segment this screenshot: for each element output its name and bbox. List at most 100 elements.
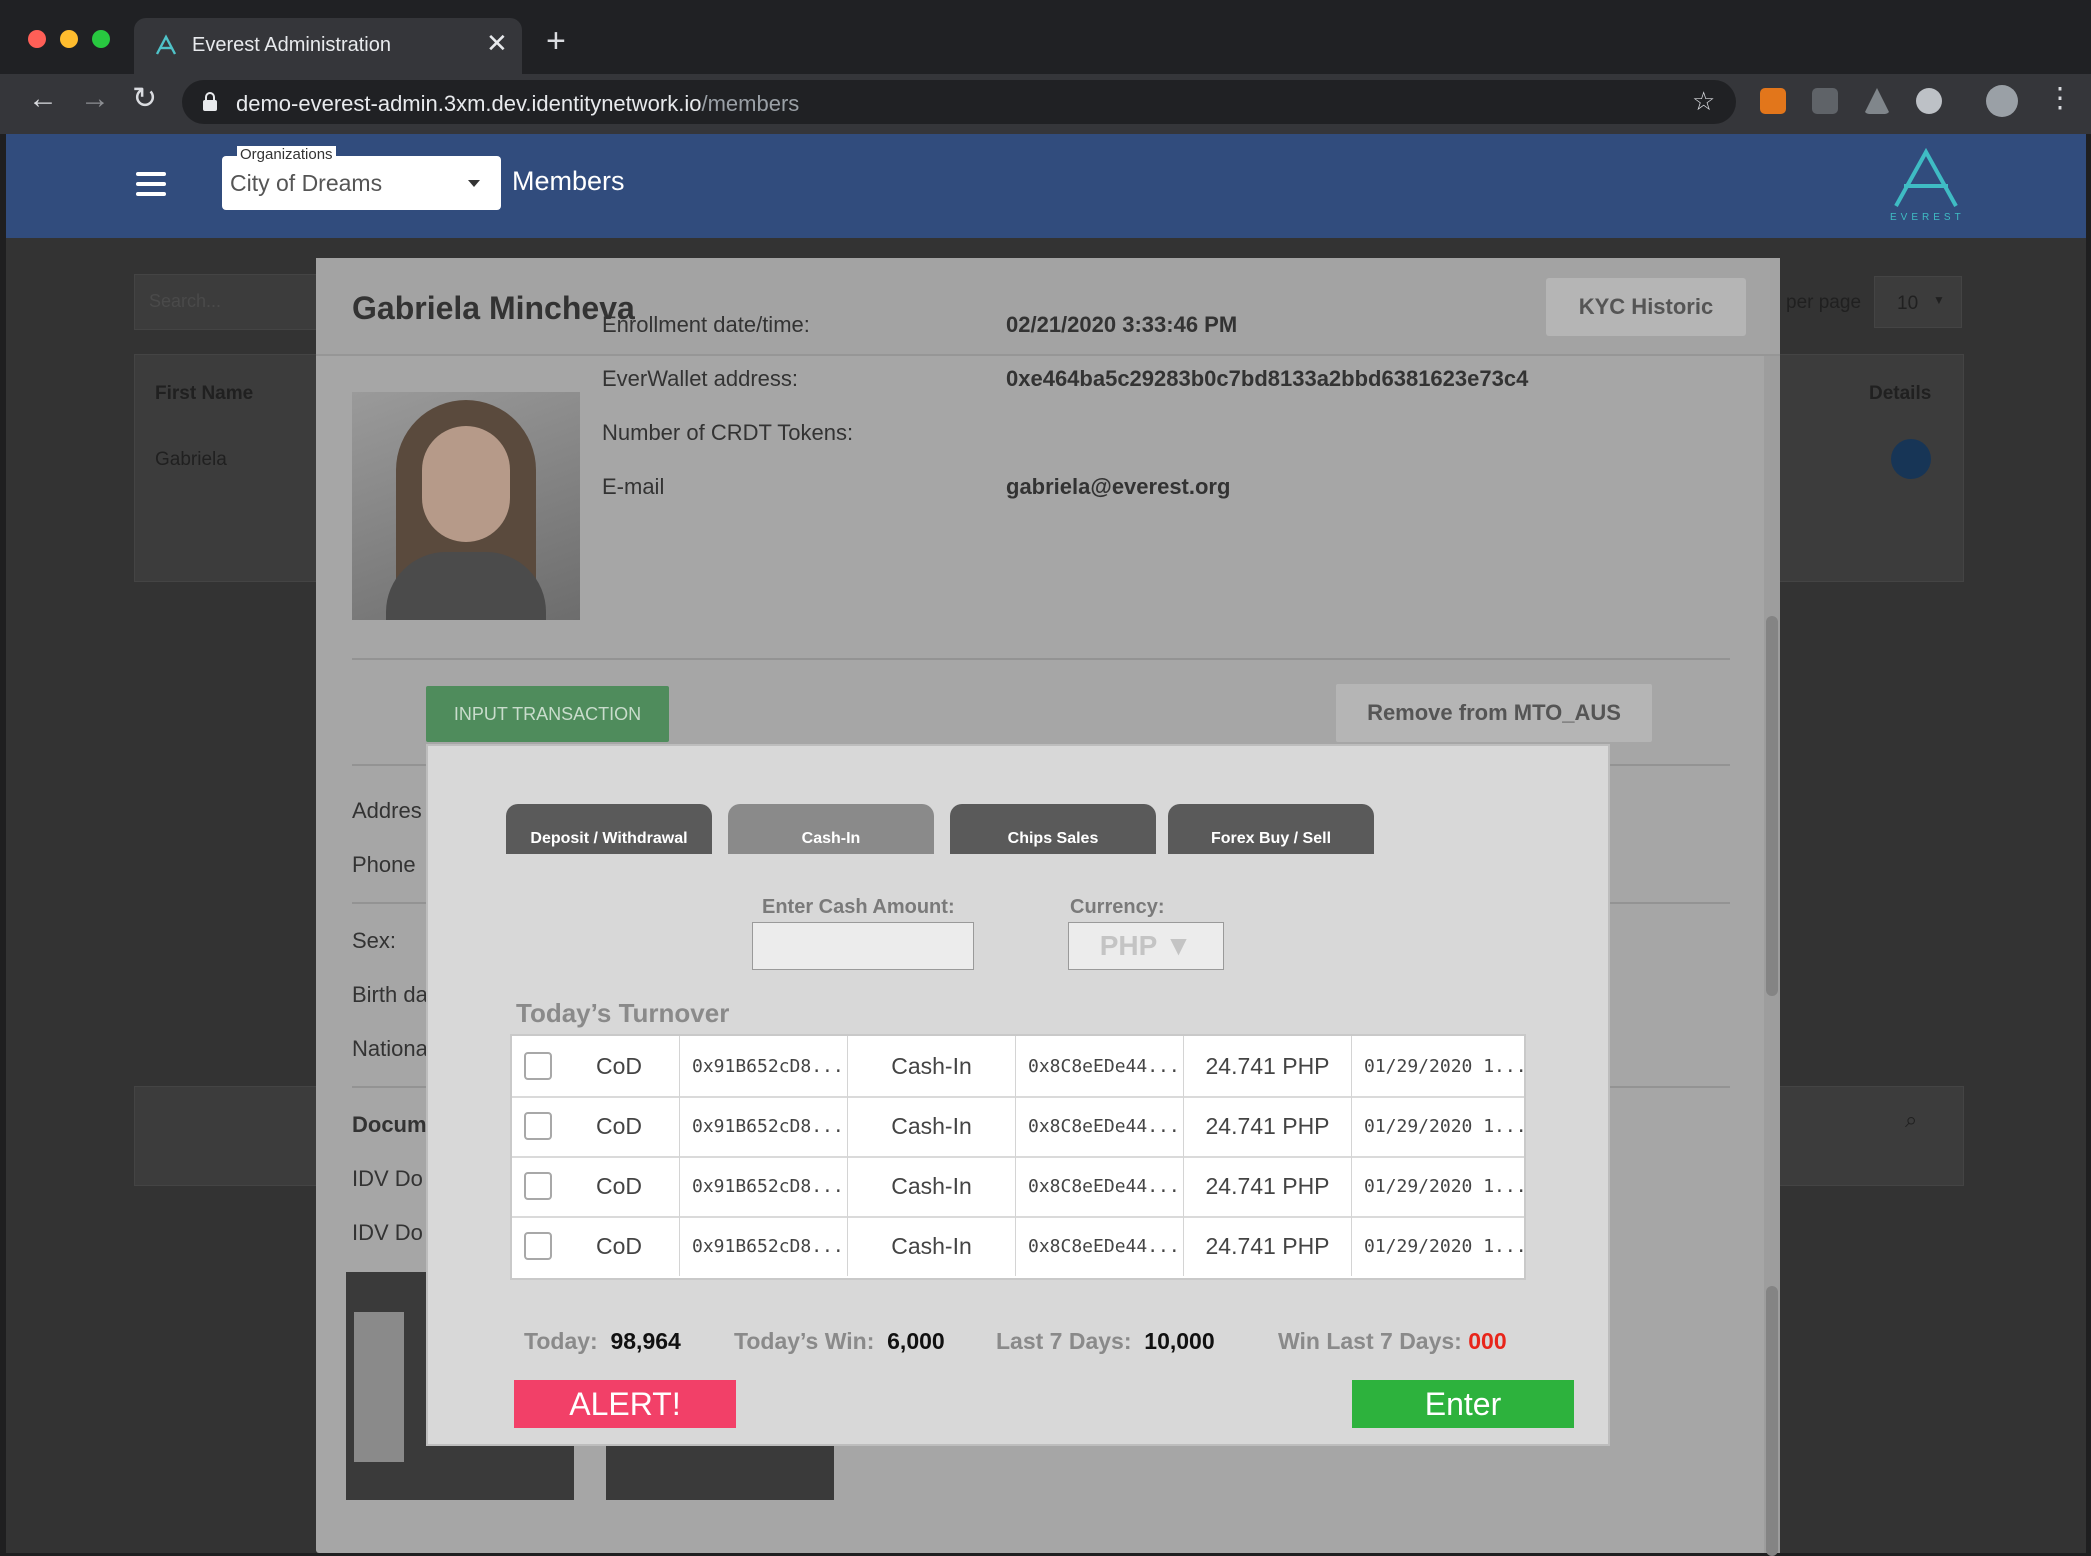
member-name: Gabriela Mincheva [352, 290, 635, 326]
metamask-extension-icon[interactable] [1760, 88, 1786, 114]
extension-icon[interactable] [1812, 88, 1838, 114]
birth-date-label: Birth da [352, 982, 428, 1007]
crdt-tokens-label: Number of CRDT Tokens: [602, 420, 854, 445]
tab-title: Everest Administration [192, 34, 391, 56]
scrollbar-thumb[interactable] [1766, 616, 1778, 996]
address-label: Addres [352, 798, 422, 823]
table-row: CoD 0x91B652cD8... Cash-In 0x8C8eEDe44..… [512, 1096, 1524, 1158]
tab-forex-buy-sell[interactable]: Forex Buy / Sell [1168, 804, 1374, 854]
new-tab-icon[interactable]: + [546, 24, 566, 58]
search-icon[interactable]: ⌕ [1905, 1107, 1917, 1133]
date-cell: 01/29/2020 1... [1364, 1055, 1524, 1077]
per-page-label: per page [1786, 292, 1862, 313]
stat-today: Today: 98,964 [524, 1328, 681, 1354]
enter-button[interactable]: Enter [1352, 1380, 1574, 1428]
org-cell: CoD [596, 1232, 643, 1259]
stat-today-win: Today’s Win: 6,000 [734, 1328, 945, 1354]
col-details: Details [1869, 383, 1932, 404]
chevron-down-icon [468, 180, 480, 187]
row-checkbox[interactable] [524, 1232, 552, 1260]
currency-select[interactable]: PHP ▼ [1068, 922, 1224, 970]
transaction-popup: Deposit / Withdrawal Cash-In Chips Sales… [426, 744, 1610, 1446]
tab-close-icon[interactable]: ✕ [486, 28, 508, 59]
type-cell: Cash-In [848, 1216, 1016, 1276]
org-cell: CoD [596, 1112, 643, 1139]
currency-label: Currency: [1070, 896, 1165, 918]
maximize-window-icon[interactable] [92, 30, 110, 48]
enrollment-label: Enrollment date/time: [602, 312, 810, 337]
kyc-historic-button[interactable]: KYC Historic [1546, 278, 1746, 336]
to-address-cell: 0x8C8eEDe44... [1016, 1216, 1184, 1276]
wallet-value: 0xe464ba5c29283b0c7bd8133a2bbd6381623e73… [1006, 366, 1529, 391]
amount-cell: 24.741 PHP [1184, 1156, 1352, 1216]
logo-text: EVEREST [1890, 212, 1965, 223]
stat-today-win-value: 6,000 [887, 1328, 945, 1354]
email-value: gabriela@everest.org [1006, 474, 1231, 499]
wallet-label: EverWallet address: [602, 366, 799, 391]
from-address-cell: 0x91B652cD8... [680, 1096, 848, 1156]
organization-value: City of Dreams [230, 170, 383, 196]
turnover-title: Today’s Turnover [516, 998, 730, 1028]
table-row: CoD 0x91B652cD8... Cash-In 0x8C8eEDe44..… [512, 1216, 1524, 1276]
organization-label: Organizations [237, 146, 336, 164]
enrollment-value: 02/21/2020 3:33:46 PM [1006, 312, 1238, 337]
idv-document-label: IDV Do [352, 1166, 423, 1191]
minimize-window-icon[interactable] [60, 30, 78, 48]
amount-cell: 24.741 PHP [1184, 1216, 1352, 1276]
forward-icon[interactable]: → [80, 84, 110, 114]
per-page-select[interactable]: 10 ▼ [1874, 276, 1962, 328]
row-first-name: Gabriela [155, 449, 227, 470]
input-transaction-button[interactable]: INPUT TRANSACTION [426, 686, 669, 742]
amount-cell: 24.741 PHP [1184, 1036, 1352, 1096]
scrollbar-thumb[interactable] [1766, 1286, 1778, 1556]
stat-last-7-days-value: 10,000 [1144, 1328, 1215, 1354]
date-cell: 01/29/2020 1... [1364, 1235, 1524, 1257]
modal-header: Gabriela Mincheva KYC Historic [316, 258, 1780, 356]
email-label: E-mail [602, 474, 665, 499]
profile-avatar[interactable] [1986, 85, 2018, 117]
type-cell: Cash-In [848, 1036, 1016, 1096]
from-address-cell: 0x91B652cD8... [680, 1156, 848, 1216]
stat-today-value: 98,964 [610, 1328, 681, 1354]
row-checkbox[interactable] [524, 1172, 552, 1200]
turnover-table: CoD 0x91B652cD8... Cash-In 0x8C8eEDe44..… [510, 1034, 1526, 1280]
stat-last-7-days: Last 7 Days: 10,000 [996, 1328, 1215, 1354]
to-address-cell: 0x8C8eEDe44... [1016, 1096, 1184, 1156]
reload-icon[interactable]: ↻ [132, 84, 157, 114]
phone-label: Phone [352, 852, 416, 877]
back-icon[interactable]: ← [28, 84, 58, 114]
search-input[interactable]: Search... [134, 274, 324, 330]
type-cell: Cash-In [848, 1096, 1016, 1156]
tab-chips-sales[interactable]: Chips Sales [950, 804, 1156, 854]
type-cell: Cash-In [848, 1156, 1016, 1216]
member-details-icon[interactable] [1891, 439, 1931, 479]
browser-menu-icon[interactable]: ⋮ [2046, 84, 2074, 112]
row-checkbox[interactable] [524, 1052, 552, 1080]
bookmark-star-icon[interactable]: ☆ [1692, 86, 1715, 117]
record-extension-icon[interactable] [1916, 88, 1942, 114]
date-cell: 01/29/2020 1... [1364, 1175, 1524, 1197]
remove-from-group-button[interactable]: Remove from MTO_AUS [1336, 684, 1652, 742]
address-bar[interactable]: demo-everest-admin.3xm.dev.identitynetwo… [182, 80, 1736, 124]
member-photo [352, 392, 580, 620]
modal-scrollbar[interactable] [1764, 356, 1780, 1556]
browser-tab[interactable]: Everest Administration ✕ [134, 18, 522, 76]
stat-win-last-7-days-value: 000 [1468, 1328, 1507, 1354]
org-cell: CoD [596, 1052, 643, 1079]
divider [352, 658, 1730, 660]
cash-amount-input[interactable] [752, 922, 974, 970]
to-address-cell: 0x8C8eEDe44... [1016, 1156, 1184, 1216]
alert-button[interactable]: ALERT! [514, 1380, 736, 1428]
browser-titlebar: Everest Administration ✕ + [0, 0, 2091, 76]
close-window-icon[interactable] [28, 30, 46, 48]
organization-select[interactable]: Organizations City of Dreams [222, 146, 501, 210]
table-row: CoD 0x91B652cD8... Cash-In 0x8C8eEDe44..… [512, 1156, 1524, 1218]
url-text: demo-everest-admin.3xm.dev.identitynetwo… [236, 91, 800, 116]
tab-cash-in[interactable]: Cash-In [728, 804, 934, 854]
from-address-cell: 0x91B652cD8... [680, 1036, 848, 1096]
tab-deposit-withdrawal[interactable]: Deposit / Withdrawal [506, 804, 712, 854]
chevron-down-icon: ▼ [1933, 293, 1945, 307]
hamburger-menu-icon[interactable] [136, 166, 166, 202]
from-address-cell: 0x91B652cD8... [680, 1216, 848, 1276]
row-checkbox[interactable] [524, 1112, 552, 1140]
